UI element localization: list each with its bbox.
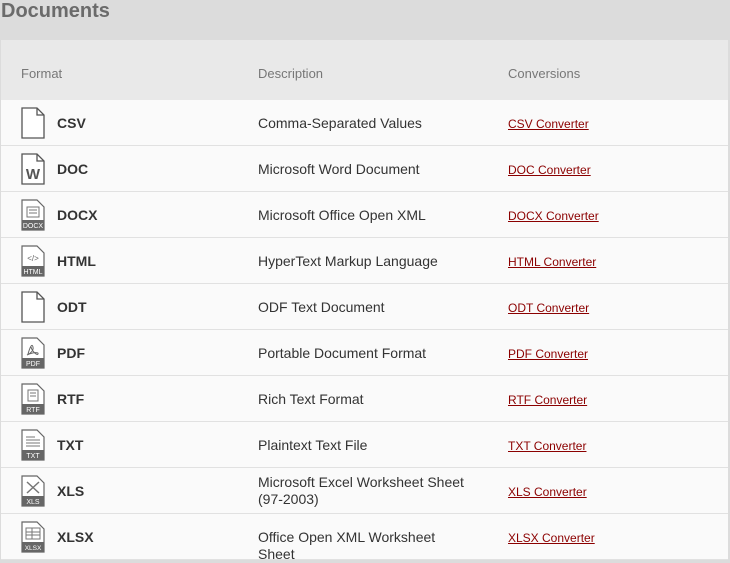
format-name: ODT: [57, 299, 87, 315]
txt-file-icon: TXT: [21, 429, 45, 461]
xlsx-file-icon: XLSX: [21, 521, 45, 553]
converter-link[interactable]: TXT Converter: [508, 439, 586, 453]
table-row: XLSX XLSX Office Open XML Worksheet Shee…: [1, 514, 728, 562]
table-row: RTF RTF Rich Text Format RTF Converter: [1, 376, 728, 422]
xlsx-icon-label: XLSX: [25, 545, 42, 552]
format-description: Microsoft Office Open XML: [258, 207, 426, 223]
html-icon-label: HTML: [23, 269, 42, 276]
format-name: XLSX: [57, 529, 94, 545]
format-name: CSV: [57, 115, 86, 131]
converter-link[interactable]: DOCX Converter: [508, 209, 599, 223]
table-row: PDF PDF Portable Document Format PDF Con…: [1, 330, 728, 376]
format-description: Portable Document Format: [258, 345, 427, 361]
format-name: TXT: [57, 437, 84, 453]
xls-file-icon: XLS: [21, 475, 45, 507]
format-description: ODF Text Document: [258, 299, 385, 315]
converter-link[interactable]: CSV Converter: [508, 117, 589, 131]
table-row: DOCX DOCX Microsoft Office Open XML DOCX…: [1, 192, 728, 238]
format-name: DOCX: [57, 207, 98, 223]
converter-link[interactable]: XLSX Converter: [508, 531, 595, 545]
converter-link[interactable]: HTML Converter: [508, 255, 596, 269]
docx-icon-label: DOCX: [23, 223, 44, 230]
converter-link[interactable]: DOC Converter: [508, 163, 591, 177]
table-row: XLS XLS Microsoft Excel Worksheet Sheet …: [1, 468, 728, 514]
documents-table: Format Description Conversions CSV Comma…: [1, 40, 728, 562]
format-description: Microsoft Excel Worksheet Sheet (97-2003…: [258, 474, 464, 507]
rtf-icon-label: RTF: [26, 407, 39, 414]
xls-icon-label: XLS: [26, 499, 40, 506]
table-row: W DOC Microsoft Word Document DOC Conver…: [1, 146, 728, 192]
converter-link[interactable]: XLS Converter: [508, 485, 587, 499]
table-row: </> HTML HTML HyperText Markup Language …: [1, 238, 728, 284]
pdf-icon-label: PDF: [26, 361, 40, 368]
format-name: HTML: [57, 253, 96, 269]
word-icon-letter: W: [26, 166, 41, 183]
header-format: Format: [21, 66, 63, 81]
converter-link[interactable]: PDF Converter: [508, 347, 588, 361]
format-name: DOC: [57, 161, 89, 177]
format-name: RTF: [57, 391, 85, 407]
file-blank-icon: [21, 291, 45, 323]
docx-file-icon: DOCX: [21, 199, 45, 231]
file-blank-icon: [21, 107, 45, 139]
format-description: Office Open XML Worksheet Sheet: [258, 529, 436, 562]
header-conversions: Conversions: [508, 66, 581, 81]
table-row: TXT TXT Plaintext Text File TXT Converte…: [1, 422, 728, 468]
converter-link[interactable]: RTF Converter: [508, 393, 587, 407]
html-file-icon: </> HTML: [21, 245, 45, 277]
format-name: PDF: [57, 345, 85, 361]
converter-link[interactable]: ODT Converter: [508, 301, 589, 315]
page-title: Documents: [1, 0, 110, 22]
word-doc-icon: W: [21, 153, 45, 185]
format-description: Rich Text Format: [258, 391, 364, 407]
format-description: HyperText Markup Language: [258, 253, 438, 269]
html-icon-tag: </>: [27, 254, 39, 263]
format-description: Comma-Separated Values: [258, 115, 422, 131]
format-name: XLS: [57, 483, 85, 499]
pdf-file-icon: PDF: [21, 337, 45, 369]
format-description: Plaintext Text File: [258, 437, 368, 453]
txt-icon-label: TXT: [26, 453, 40, 460]
table-row: ODT ODF Text Document ODT Converter: [1, 284, 728, 330]
table-row: CSV Comma-Separated Values CSV Converter: [1, 100, 728, 146]
table-header: Format Description Conversions: [1, 40, 728, 100]
rtf-file-icon: RTF: [21, 383, 45, 415]
format-description: Microsoft Word Document: [258, 161, 420, 177]
header-description: Description: [258, 66, 324, 81]
